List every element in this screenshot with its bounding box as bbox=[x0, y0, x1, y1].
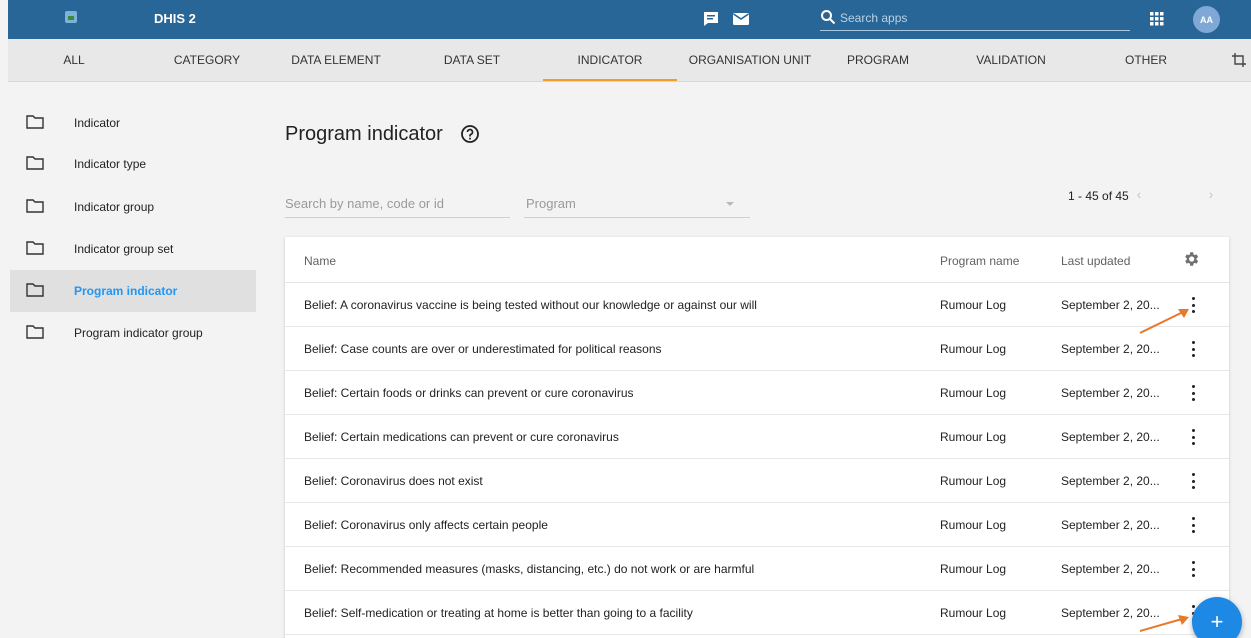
search-field[interactable] bbox=[285, 190, 510, 218]
crop-icon[interactable] bbox=[1231, 52, 1247, 73]
apps-grid-icon[interactable] bbox=[1147, 9, 1167, 29]
app-header: DHIS 2 AA bbox=[8, 0, 1251, 39]
row-actions-menu-icon[interactable] bbox=[1187, 427, 1199, 447]
sidebar-item-indicator[interactable]: Indicator bbox=[10, 102, 256, 144]
cell-last-updated: September 2, 20... bbox=[1061, 562, 1160, 576]
program-select-placeholder: Program bbox=[526, 196, 576, 211]
help-icon[interactable] bbox=[460, 124, 480, 149]
tab-category[interactable]: CATEGORY bbox=[168, 39, 246, 81]
folder-icon bbox=[26, 115, 44, 132]
cell-program-name: Rumour Log bbox=[940, 518, 1007, 532]
cell-last-updated: September 2, 20... bbox=[1061, 298, 1160, 312]
tab-data-element[interactable]: DATA ELEMENT bbox=[286, 39, 386, 81]
folder-icon bbox=[26, 241, 44, 258]
search-apps-input[interactable] bbox=[840, 9, 1120, 27]
cell-last-updated: September 2, 20... bbox=[1061, 474, 1160, 488]
sidebar-item-label: Program indicator group bbox=[74, 326, 203, 340]
search-input[interactable] bbox=[285, 190, 510, 216]
row-actions-menu-icon[interactable] bbox=[1187, 383, 1199, 403]
add-button[interactable]: + bbox=[1192, 597, 1242, 638]
search-icon bbox=[820, 9, 836, 30]
tab-data-set[interactable]: DATA SET bbox=[436, 39, 508, 81]
table-row[interactable]: Belief: A coronavirus vaccine is being t… bbox=[285, 283, 1229, 327]
cell-name: Belief: A coronavirus vaccine is being t… bbox=[304, 298, 757, 312]
sidebar-item-program-indicator-group[interactable]: Program indicator group bbox=[10, 312, 256, 354]
program-select[interactable]: Program bbox=[524, 190, 750, 218]
page-title: Program indicator bbox=[285, 123, 443, 145]
sidebar-item-indicator-type[interactable]: Indicator type bbox=[10, 143, 256, 185]
cell-last-updated: September 2, 20... bbox=[1061, 430, 1160, 444]
column-header-last-updated[interactable]: Last updated bbox=[1061, 254, 1130, 268]
app-title: DHIS 2 bbox=[154, 11, 196, 26]
cell-name: Belief: Self-medication or treating at h… bbox=[304, 606, 693, 620]
cell-program-name: Rumour Log bbox=[940, 342, 1007, 356]
folder-icon bbox=[26, 199, 44, 216]
section-tabs: ALL CATEGORY DATA ELEMENT DATA SET INDIC… bbox=[8, 39, 1251, 82]
program-indicator-table: Name Program name Last updated Belief: A… bbox=[285, 237, 1229, 638]
cell-name: Belief: Coronavirus does not exist bbox=[304, 474, 483, 488]
row-actions-menu-icon[interactable] bbox=[1187, 339, 1199, 359]
column-header-program-name[interactable]: Program name bbox=[940, 254, 1019, 268]
apps-search[interactable] bbox=[820, 7, 1130, 31]
cell-name: Belief: Certain foods or drinks can prev… bbox=[304, 386, 634, 400]
cell-program-name: Rumour Log bbox=[940, 430, 1007, 444]
sidebar-item-label: Indicator bbox=[74, 116, 121, 130]
table-row[interactable]: Belief: Coronavirus does not exist Rumou… bbox=[285, 459, 1229, 503]
sidebar-item-label: Indicator group bbox=[74, 200, 155, 214]
tab-other[interactable]: OTHER bbox=[1116, 39, 1176, 81]
pager-status: 1 - 45 of 45 bbox=[1068, 189, 1129, 203]
table-row[interactable]: Belief: Recommended measures (masks, dis… bbox=[285, 547, 1229, 591]
row-actions-menu-icon[interactable] bbox=[1187, 471, 1199, 491]
table-row[interactable]: Belief: Case counts are over or underest… bbox=[285, 327, 1229, 371]
cell-last-updated: September 2, 20... bbox=[1061, 518, 1160, 532]
dropdown-arrow-icon bbox=[726, 202, 734, 206]
cell-program-name: Rumour Log bbox=[940, 386, 1007, 400]
sidebar-item-label: Indicator group set bbox=[74, 242, 174, 256]
cell-name: Belief: Recommended measures (masks, dis… bbox=[304, 562, 755, 576]
tab-program[interactable]: PROGRAM bbox=[838, 39, 918, 81]
cell-last-updated: September 2, 20... bbox=[1061, 606, 1160, 620]
sidebar-item-indicator-group[interactable]: Indicator group bbox=[10, 186, 256, 228]
dhis2-logo[interactable] bbox=[65, 11, 77, 23]
folder-icon bbox=[26, 156, 44, 173]
cell-name: Belief: Case counts are over or underest… bbox=[304, 342, 662, 356]
table-header: Name Program name Last updated bbox=[285, 237, 1229, 283]
cell-last-updated: September 2, 20... bbox=[1061, 342, 1160, 356]
sidebar-item-label: Program indicator bbox=[74, 284, 178, 298]
tab-all[interactable]: ALL bbox=[52, 39, 96, 81]
cell-last-updated: September 2, 20... bbox=[1061, 386, 1160, 400]
cell-program-name: Rumour Log bbox=[940, 562, 1007, 576]
cell-name: Belief: Certain medications can prevent … bbox=[304, 430, 619, 444]
column-header-name[interactable]: Name bbox=[304, 254, 336, 268]
tab-validation[interactable]: VALIDATION bbox=[966, 39, 1056, 81]
gear-icon[interactable] bbox=[1182, 250, 1200, 273]
row-actions-menu-icon[interactable] bbox=[1187, 515, 1199, 535]
row-actions-menu-icon[interactable] bbox=[1187, 295, 1199, 315]
sidebar-item-program-indicator[interactable]: Program indicator bbox=[10, 270, 256, 312]
table-row[interactable]: Belief: Self-medication or treating at h… bbox=[285, 591, 1229, 635]
tab-indicator[interactable]: INDICATOR bbox=[543, 39, 677, 81]
table-row[interactable]: Belief: Certain medications can prevent … bbox=[285, 415, 1229, 459]
table-row[interactable]: Belief: Coronavirus only affects certain… bbox=[285, 503, 1229, 547]
cell-program-name: Rumour Log bbox=[940, 474, 1007, 488]
user-avatar[interactable]: AA bbox=[1193, 6, 1220, 33]
row-actions-menu-icon[interactable] bbox=[1187, 559, 1199, 579]
next-page-button[interactable]: › bbox=[1202, 186, 1220, 204]
cell-program-name: Rumour Log bbox=[940, 606, 1007, 620]
cell-program-name: Rumour Log bbox=[940, 298, 1007, 312]
cell-name: Belief: Coronavirus only affects certain… bbox=[304, 518, 548, 532]
table-row[interactable]: Belief: Certain foods or drinks can prev… bbox=[285, 371, 1229, 415]
tab-organisation-unit[interactable]: ORGANISATION UNIT bbox=[680, 39, 820, 81]
mail-icon[interactable] bbox=[731, 9, 751, 29]
previous-page-button[interactable]: ‹ bbox=[1130, 186, 1148, 204]
sidebar-item-indicator-group-set[interactable]: Indicator group set bbox=[10, 228, 256, 270]
messages-icon[interactable] bbox=[701, 9, 721, 29]
folder-icon bbox=[26, 325, 44, 342]
sidebar-item-label: Indicator type bbox=[74, 157, 147, 171]
folder-icon bbox=[26, 283, 44, 300]
